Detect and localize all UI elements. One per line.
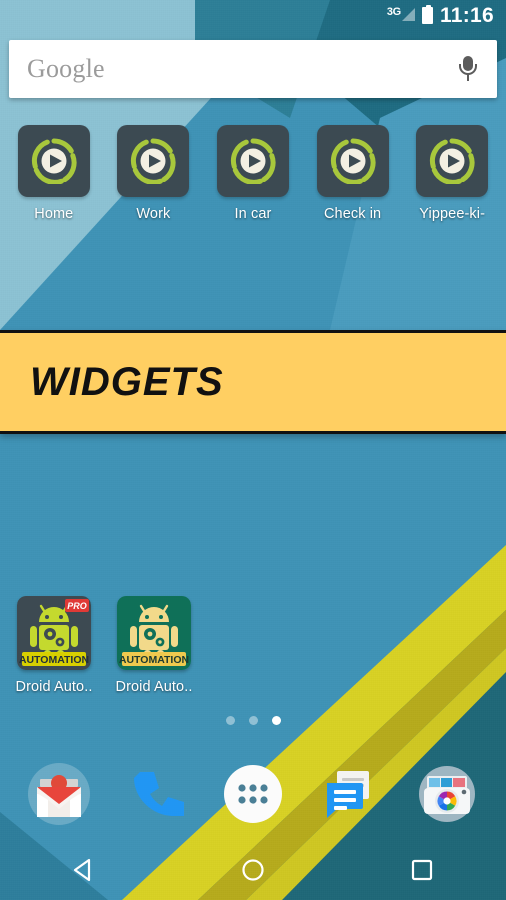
app-label: In car	[234, 206, 272, 222]
app-shortcut-yippee-ki[interactable]: Yippee-ki-	[404, 125, 500, 222]
shortcut-row: Home Work In car Check in Yippee-ki-	[0, 125, 506, 222]
page-dot[interactable]	[248, 716, 258, 725]
dock-item-gmail[interactable]	[21, 756, 97, 832]
dock	[0, 748, 506, 840]
google-search-bar[interactable]: Google	[9, 40, 497, 98]
widgets-banner-widget[interactable]: WIDGETS	[0, 330, 506, 434]
page-dot[interactable]	[225, 716, 235, 725]
home-circle-icon	[242, 859, 264, 881]
android-home-screen: 3G 11:16 Google Home Work In car Check i…	[0, 0, 506, 900]
page-dot-active[interactable]	[271, 716, 281, 725]
app-droid-automation-pro[interactable]: AUTOMATION PRO Droid Auto..	[6, 596, 102, 695]
gmail-icon	[27, 763, 90, 825]
status-clock: 11:16	[439, 3, 494, 27]
icon-automation-label: AUTOMATION	[119, 654, 189, 666]
status-bar: 3G 11:16	[0, 0, 506, 30]
search-input[interactable]: Google	[27, 54, 105, 84]
phone-icon	[133, 772, 184, 816]
camera-icon	[419, 766, 476, 822]
app-label: Work	[136, 206, 171, 222]
navigation-bar	[0, 840, 506, 900]
tasker-play-icon	[117, 125, 190, 197]
app-label: Droid Auto..	[15, 679, 93, 695]
app-drawer-icon	[223, 765, 282, 823]
app-droid-automation[interactable]: AUTOMATION Droid Auto..	[106, 596, 202, 695]
dock-item-app-drawer[interactable]	[215, 756, 291, 832]
app-shortcut-work[interactable]: Work	[105, 125, 201, 222]
droid-automation-icon: AUTOMATION	[117, 596, 191, 670]
app-label: Home	[34, 206, 74, 222]
app-row-droid: AUTOMATION PRO Droid Auto.. AUTOMATION D…	[6, 596, 202, 695]
droid-automation-pro-icon: AUTOMATION PRO	[17, 596, 91, 670]
tasker-play-icon	[216, 125, 289, 197]
back-triangle-icon	[74, 858, 91, 882]
tasker-play-icon	[416, 125, 489, 197]
dock-item-camera[interactable]	[409, 756, 485, 832]
tasker-play-icon	[17, 125, 90, 197]
network-type-label: 3G	[386, 6, 401, 18]
nav-back-button[interactable]	[44, 840, 124, 900]
dock-item-messages[interactable]	[312, 756, 388, 832]
microphone-icon[interactable]	[457, 55, 479, 83]
pro-badge-label: PRO	[67, 601, 87, 611]
nav-home-button[interactable]	[213, 840, 293, 900]
app-shortcut-in-car[interactable]: In car	[205, 125, 301, 222]
app-shortcut-check-in[interactable]: Check in	[305, 125, 401, 222]
signal-indicator: 3G	[387, 7, 415, 23]
dock-item-phone[interactable]	[118, 756, 194, 832]
nav-recents-button[interactable]	[382, 840, 462, 900]
app-label: Check in	[323, 206, 382, 222]
app-shortcut-home[interactable]: Home	[6, 125, 102, 222]
icon-automation-label: AUTOMATION	[19, 654, 89, 666]
recents-square-icon	[411, 859, 432, 881]
app-label: Yippee-ki-	[419, 206, 486, 222]
battery-full-icon	[421, 4, 433, 24]
widgets-banner-title: WIDGETS	[30, 359, 224, 404]
tasker-play-icon	[316, 125, 389, 197]
app-label: Droid Auto..	[115, 679, 193, 695]
page-indicator	[0, 716, 506, 725]
signal-triangle-icon	[401, 8, 415, 21]
messages-icon	[327, 771, 370, 818]
